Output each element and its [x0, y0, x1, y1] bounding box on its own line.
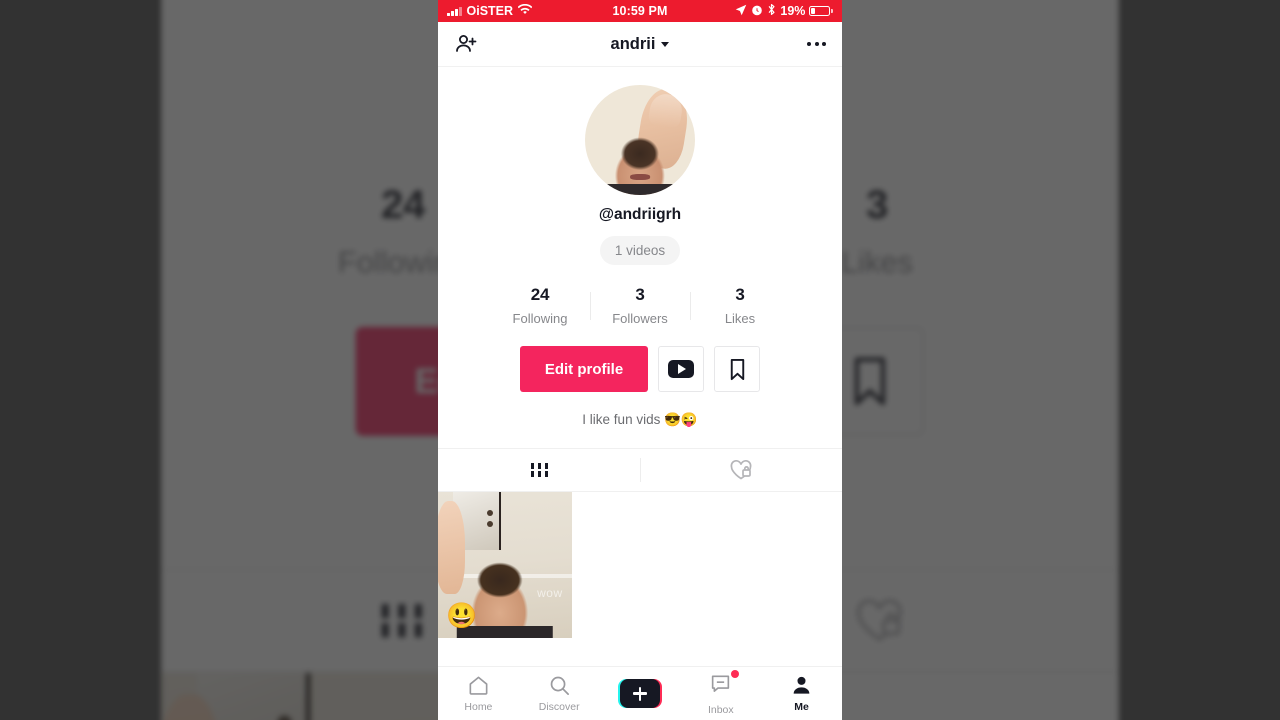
youtube-button[interactable]	[658, 346, 704, 392]
stat-value: 3	[635, 285, 645, 304]
avatar[interactable]	[585, 85, 695, 195]
create-plus-icon[interactable]	[617, 679, 662, 708]
stat-label: Followers	[612, 311, 668, 326]
person-icon	[793, 676, 810, 694]
app-header: andrii	[438, 22, 842, 67]
nav-item-create[interactable]	[600, 679, 681, 708]
battery-percent-label: 19%	[780, 4, 806, 18]
stat-following[interactable]: 24 Following	[491, 285, 590, 326]
inbox-badge	[731, 669, 740, 678]
stat-label: Following	[512, 311, 568, 326]
profile-actions: Edit profile	[438, 346, 842, 392]
screen: OiSTER 10:59 PM 19% andrii @andriigrh 1 …	[0, 0, 1280, 720]
create-black-layer	[619, 679, 660, 708]
tab-liked-private[interactable]	[640, 449, 842, 491]
nav-item-inbox[interactable]: Inbox	[680, 669, 761, 716]
bookmark-button[interactable]	[714, 346, 760, 392]
avatar-mouth	[630, 174, 650, 180]
tab-videos-grid[interactable]	[438, 449, 640, 491]
profile-handle: @andriigrh	[598, 206, 682, 223]
status-bar: OiSTER 10:59 PM 19%	[438, 0, 842, 22]
avatar-shoulder	[603, 184, 677, 195]
add-person-icon[interactable]	[454, 32, 478, 56]
profile-bio: I like fun vids 😎😜	[582, 412, 698, 427]
nav-item-me[interactable]: Me	[761, 674, 842, 713]
alarm-clock-icon	[751, 4, 763, 19]
more-options-icon[interactable]	[807, 42, 826, 46]
video-emoji-overlay: 😃	[446, 602, 478, 631]
youtube-icon	[668, 360, 694, 378]
battery-icon	[809, 6, 833, 16]
nav-label: Home	[464, 701, 493, 713]
nav-item-home[interactable]: Home	[438, 674, 519, 713]
stat-followers[interactable]: 3 Followers	[591, 285, 690, 326]
phone-screen: OiSTER 10:59 PM 19% andrii @andriigrh 1 …	[438, 0, 842, 720]
video-thumbnail[interactable]: 😃 wow	[438, 492, 572, 638]
location-arrow-icon	[735, 4, 747, 19]
videos-count-pill[interactable]: 1 videos	[599, 236, 681, 265]
nav-label: Discover	[538, 701, 580, 713]
grid-icon	[530, 463, 548, 477]
chevron-down-icon	[661, 41, 670, 47]
nav-label: Me	[794, 701, 809, 713]
edit-profile-button[interactable]: Edit profile	[520, 346, 648, 392]
stat-likes[interactable]: 3 Likes	[691, 285, 790, 326]
content-tabs	[438, 448, 842, 492]
video-grid: 😃 wow	[438, 492, 842, 638]
video-text-overlay: wow	[537, 586, 563, 601]
inbox-icon	[712, 674, 730, 692]
profile-section: @andriigrh 1 videos 24 Following 3 Follo…	[438, 67, 842, 448]
stat-value: 3	[735, 285, 745, 304]
profile-stats: 24 Following 3 Followers 3 Likes	[438, 285, 842, 326]
bottom-nav: Home Discover Inbox Me	[438, 666, 842, 720]
page-title[interactable]: andrii	[438, 35, 842, 54]
username-label: andrii	[610, 34, 656, 53]
nav-label: Inbox	[707, 703, 734, 716]
nav-item-discover[interactable]: Discover	[519, 674, 600, 713]
bluetooth-icon	[767, 3, 776, 19]
stat-label: Likes	[724, 311, 756, 326]
bookmark-icon	[730, 358, 744, 380]
search-icon	[550, 676, 569, 695]
video-hand	[438, 500, 465, 595]
home-icon	[469, 676, 488, 695]
stat-value: 24	[530, 285, 550, 304]
heart-lock-icon	[730, 459, 752, 480]
